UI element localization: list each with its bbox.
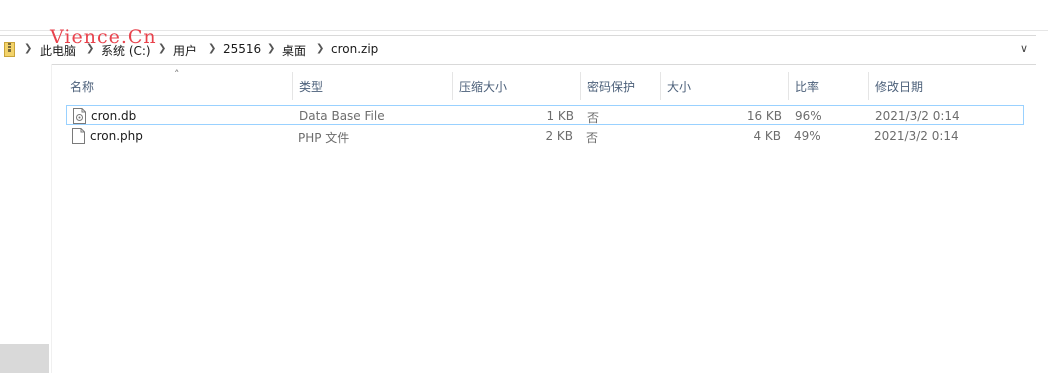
table-row[interactable]: cron.php PHP 文件 2 KB 否 4 KB 49% 2021/3/2… xyxy=(66,126,1024,146)
column-divider[interactable] xyxy=(868,72,869,100)
database-file-icon xyxy=(73,108,86,124)
breadcrumb-users[interactable]: 用户 xyxy=(173,42,197,59)
chevron-right-icon[interactable]: ❯ xyxy=(316,43,324,54)
watermark: Vience.Cn xyxy=(50,26,157,48)
column-header-compressed-size[interactable]: 压缩大小 xyxy=(459,78,507,95)
compressed-size: 2 KB xyxy=(545,129,573,143)
column-divider[interactable] xyxy=(452,72,453,100)
column-header-ratio[interactable]: 比率 xyxy=(795,78,819,95)
zip-folder-icon xyxy=(4,42,15,57)
ribbon-strip xyxy=(0,0,1048,31)
breadcrumb-desktop[interactable]: 桌面 xyxy=(282,42,306,59)
column-divider[interactable] xyxy=(580,72,581,100)
column-header-modified[interactable]: 修改日期 xyxy=(875,78,923,95)
file-type: PHP 文件 xyxy=(298,131,350,145)
column-header-password[interactable]: 密码保护 xyxy=(587,78,635,95)
file-size: 16 KB xyxy=(746,109,782,123)
navigation-pane-selected-item[interactable] xyxy=(0,344,49,373)
password-protected: 否 xyxy=(586,131,599,145)
scrollbar[interactable] xyxy=(1036,35,1048,373)
document-file-icon xyxy=(72,128,85,144)
file-name[interactable]: cron.db xyxy=(91,109,136,123)
compressed-size: 1 KB xyxy=(546,109,574,123)
compression-ratio: 49% xyxy=(794,129,821,143)
chevron-right-icon[interactable]: ❯ xyxy=(267,43,275,54)
column-header-name[interactable]: 名称 xyxy=(70,78,94,95)
file-type: Data Base File xyxy=(299,109,385,123)
password-protected: 否 xyxy=(587,111,600,125)
column-divider[interactable] xyxy=(660,72,661,100)
navigation-pane[interactable] xyxy=(0,64,52,373)
file-size: 4 KB xyxy=(753,129,781,143)
chevron-right-icon[interactable]: ❯ xyxy=(158,43,166,54)
chevron-down-icon[interactable]: ∨ xyxy=(1020,42,1028,55)
breadcrumb-zip[interactable]: cron.zip xyxy=(331,42,378,56)
breadcrumb-user-folder[interactable]: 25516 xyxy=(223,42,261,56)
chevron-right-icon[interactable]: ❯ xyxy=(208,43,216,54)
column-header-size[interactable]: 大小 xyxy=(667,78,691,95)
column-divider[interactable] xyxy=(788,72,789,100)
modified-date: 2021/3/2 0:14 xyxy=(875,109,960,123)
sort-ascending-icon: ˄ xyxy=(174,68,180,81)
table-row[interactable]: cron.db Data Base File 1 KB 否 16 KB 96% … xyxy=(66,105,1024,125)
chevron-right-icon[interactable]: ❯ xyxy=(24,43,32,54)
column-divider[interactable] xyxy=(292,72,293,100)
file-name[interactable]: cron.php xyxy=(90,129,143,143)
compression-ratio: 96% xyxy=(795,109,822,123)
modified-date: 2021/3/2 0:14 xyxy=(874,129,959,143)
column-header-type[interactable]: 类型 xyxy=(299,78,323,95)
